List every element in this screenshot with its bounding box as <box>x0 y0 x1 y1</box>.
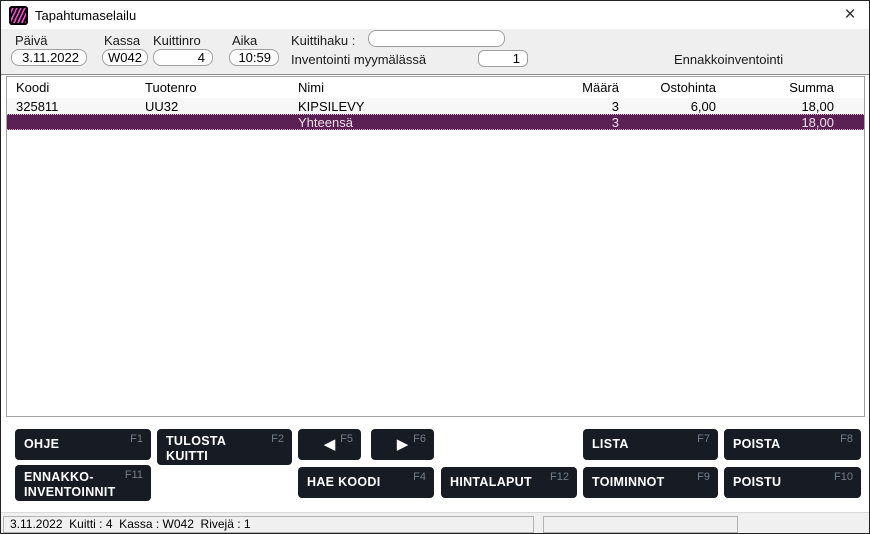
col-header-maara: Määrä <box>529 80 619 95</box>
time-field[interactable]: 10:59 <box>229 49 279 66</box>
cell-tuotenro: UU32 <box>136 99 289 114</box>
fkey-badge: F11 <box>125 469 143 481</box>
table-row-total-selected[interactable]: Yhteensä 3 18,00 <box>7 114 864 130</box>
table-row[interactable]: 325811 UU32 KIPSILEVY 3 6,00 18,00 <box>7 98 864 114</box>
status-summary: 3.11.2022 Kuitti : 4 Kassa : W042 Rivejä… <box>3 516 534 533</box>
inventory-in-store-field[interactable]: 1 <box>478 50 528 67</box>
previous-receipt-button[interactable]: ◀ F5 <box>298 429 361 460</box>
col-header-nimi: Nimi <box>289 80 529 95</box>
col-header-koodi: Koodi <box>7 80 136 95</box>
exit-button[interactable]: POISTU F10 <box>724 467 861 498</box>
table-header-row: Koodi Tuotenro Nimi Määrä Ostohinta Summ… <box>7 77 864 98</box>
help-button[interactable]: OHJE F1 <box>15 429 151 460</box>
date-field[interactable]: 3.11.2022 <box>11 49 87 66</box>
transaction-table: Koodi Tuotenro Nimi Määrä Ostohinta Summ… <box>6 76 865 417</box>
cell-ostohinta: 6,00 <box>619 99 716 114</box>
next-receipt-button[interactable]: ▶ F6 <box>371 429 434 460</box>
print-receipt-button[interactable]: TULOSTA KUITTI F2 <box>157 429 292 465</box>
col-header-summa: Summa <box>716 80 864 95</box>
fkey-badge: F5 <box>340 433 353 445</box>
status-panel-empty <box>543 516 738 533</box>
col-header-tuotenro: Tuotenro <box>136 80 289 95</box>
register-field[interactable]: W042 <box>102 49 148 66</box>
cell-nimi: KIPSILEVY <box>289 99 529 114</box>
price-labels-button[interactable]: HINTALAPUT F12 <box>441 467 577 498</box>
app-logo-icon <box>9 6 28 25</box>
register-label: Kassa <box>104 33 140 48</box>
actions-button[interactable]: TOIMINNOT F9 <box>583 467 718 498</box>
fkey-badge: F6 <box>413 433 426 445</box>
fkey-badge: F12 <box>550 471 569 483</box>
window-title: Tapahtumaselailu <box>35 8 136 23</box>
close-icon[interactable]: × <box>837 3 863 27</box>
function-button-panel: OHJE F1 TULOSTA KUITTI F2 ◀ F5 ▶ F6 LIST… <box>1 418 869 512</box>
transaction-browse-window: Tapahtumaselailu × Päivä Kassa Kuittinro… <box>0 0 870 534</box>
fkey-badge: F8 <box>840 433 853 445</box>
fkey-badge: F1 <box>130 433 143 445</box>
cell-maara: 3 <box>529 99 619 114</box>
receipt-no-label: Kuittinro <box>153 33 201 48</box>
cell-maara: 3 <box>529 115 619 130</box>
cell-summa: 18,00 <box>716 115 864 130</box>
fetch-code-button[interactable]: HAE KOODI F4 <box>298 467 434 498</box>
receipt-search-input[interactable] <box>368 30 505 47</box>
pre-inventories-button[interactable]: ENNAKKO- INVENTOINNIT F11 <box>15 465 151 501</box>
cell-nimi: Yhteensä <box>289 115 529 130</box>
cell-koodi: 325811 <box>7 99 136 114</box>
header-form: Päivä Kassa Kuittinro Aika Kuittihaku : … <box>1 29 869 75</box>
fkey-badge: F2 <box>271 433 284 445</box>
pre-inventory-label: Ennakkoinventointi <box>674 52 783 67</box>
date-label: Päivä <box>15 33 48 48</box>
time-label: Aika <box>232 33 257 48</box>
fkey-badge: F7 <box>697 433 710 445</box>
cell-summa: 18,00 <box>716 99 864 114</box>
delete-button[interactable]: POISTA F8 <box>724 429 861 460</box>
fkey-badge: F10 <box>834 471 853 483</box>
fkey-badge: F4 <box>413 471 426 483</box>
statusbar: 3.11.2022 Kuitti : 4 Kassa : W042 Rivejä… <box>1 512 869 534</box>
col-header-ostohinta: Ostohinta <box>619 80 716 95</box>
fkey-badge: F9 <box>697 471 710 483</box>
receipt-search-label: Kuittihaku : <box>291 33 355 48</box>
inventory-in-store-label: Inventointi myymälässä <box>291 52 426 67</box>
receipt-no-field[interactable]: 4 <box>153 49 213 66</box>
titlebar: Tapahtumaselailu × <box>1 1 869 29</box>
list-button[interactable]: LISTA F7 <box>583 429 718 460</box>
